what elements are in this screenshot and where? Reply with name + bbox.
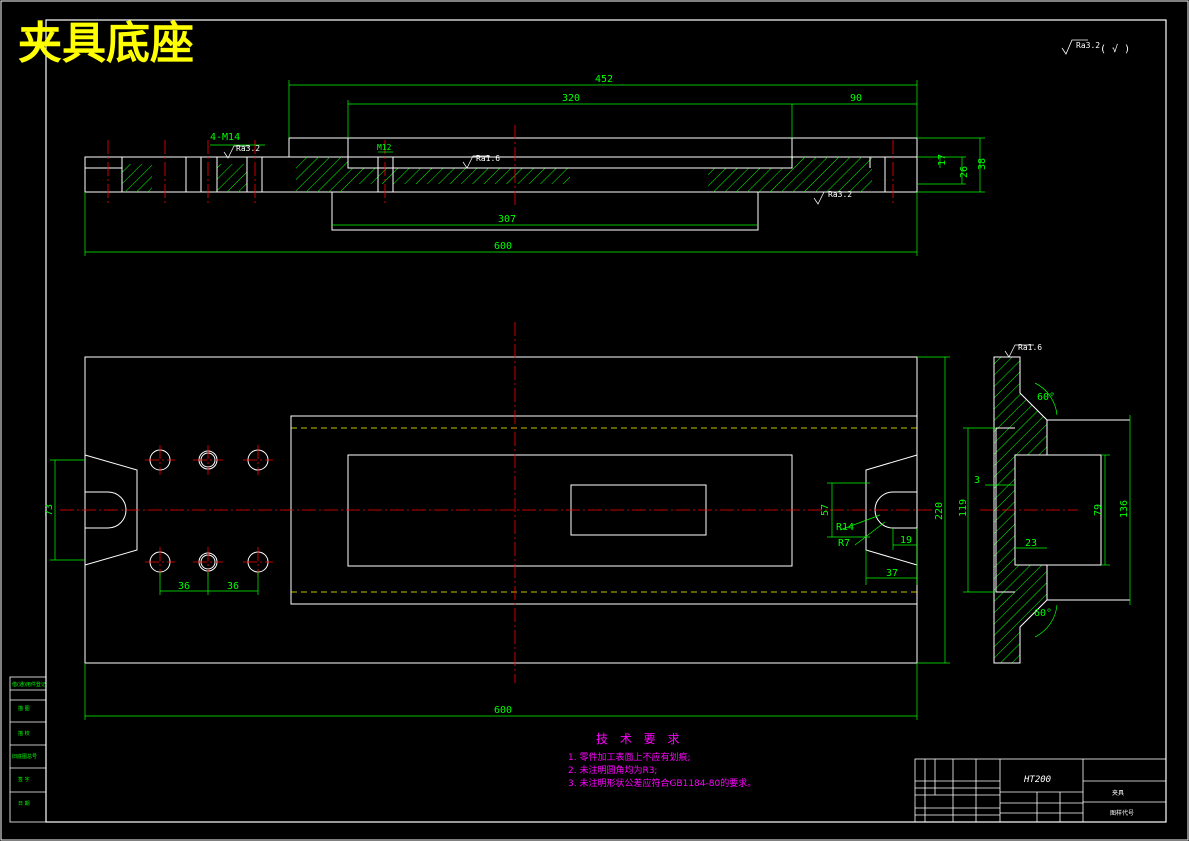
dim-overall-452: 452: [595, 74, 613, 85]
cad-drawing: 夹具底座 Ra3.2 ( √ ) 452 320 90 4-M14 M12 30…: [0, 0, 1189, 841]
roughness-label-2: Ra1.6: [476, 154, 500, 163]
title-block-name: 夹具: [1112, 789, 1124, 797]
title-block-drawing-no: 图样代号: [1110, 809, 1134, 817]
dim-slot-57: 57: [820, 504, 831, 516]
strip-label-2: 描 图: [18, 705, 30, 712]
dim-19: 19: [900, 535, 912, 546]
drawing-title: 夹具底座: [18, 18, 194, 69]
tech-req-item-3: 3. 未注明形状公差应符合GB1184-80的要求。: [568, 777, 756, 789]
dim-37: 37: [886, 568, 898, 579]
dim-slot-320: 320: [562, 93, 580, 104]
strip-label-6: 日 期: [18, 801, 30, 807]
roughness-label-3: Ra3.2: [828, 190, 852, 199]
strip-label-4: 旧底图总号: [12, 753, 37, 760]
dim-side-136: 136: [1119, 500, 1130, 518]
dim-length-600-plan: 600: [494, 705, 512, 716]
dim-pitch-36a: 36: [178, 581, 190, 592]
dim-pitch-36b: 36: [227, 581, 239, 592]
title-block-material: HT200: [1023, 775, 1051, 785]
dim-angle-top: 60°: [1037, 392, 1055, 403]
svg-text:Ra3.2: Ra3.2: [1076, 41, 1100, 50]
tech-req-title: 技 术 要 求: [596, 732, 683, 746]
tech-req-item-1: 1. 零件加工表面上不应有划痕;: [568, 751, 690, 763]
strip-label-3: 描 校: [18, 730, 30, 737]
plan-dimensions: [50, 356, 950, 720]
dim-side-79: 79: [1093, 504, 1104, 516]
dim-tapped-holes: 4-M14: [210, 132, 240, 143]
dim-r7: R7: [838, 538, 850, 549]
svg-text:( √ ): ( √ ): [1100, 43, 1130, 55]
dim-center-hole: M12: [377, 143, 392, 152]
roughness-label-side: Ra1.6: [1018, 343, 1042, 352]
roughness-label-1: Ra3.2: [236, 144, 260, 153]
dim-height-17: 17: [937, 154, 948, 166]
dim-height-38: 38: [977, 158, 988, 170]
dim-width-220: 220: [934, 502, 945, 520]
dim-offset-90: 90: [850, 93, 862, 104]
dim-side-23: 23: [1025, 538, 1037, 549]
dim-side-119: 119: [958, 499, 969, 517]
dim-side-3: 3: [974, 475, 980, 486]
strip-label-5: 签 字: [18, 776, 30, 783]
tech-req-item-2: 2. 未注明圆角均为R3;: [568, 764, 657, 776]
dim-angle-bottom: 60°: [1034, 608, 1052, 619]
strip-label-1: 借(通)用件登记: [12, 681, 46, 688]
dim-length-600-top: 600: [494, 241, 512, 252]
dim-left-73: 73: [44, 504, 55, 516]
general-roughness-symbol: Ra3.2 ( √ ): [1061, 39, 1130, 55]
dim-height-26: 26: [959, 166, 970, 178]
dim-r14: R14: [836, 522, 854, 533]
dim-recess-307: 307: [498, 214, 516, 225]
plan-center-lines: [60, 322, 935, 683]
